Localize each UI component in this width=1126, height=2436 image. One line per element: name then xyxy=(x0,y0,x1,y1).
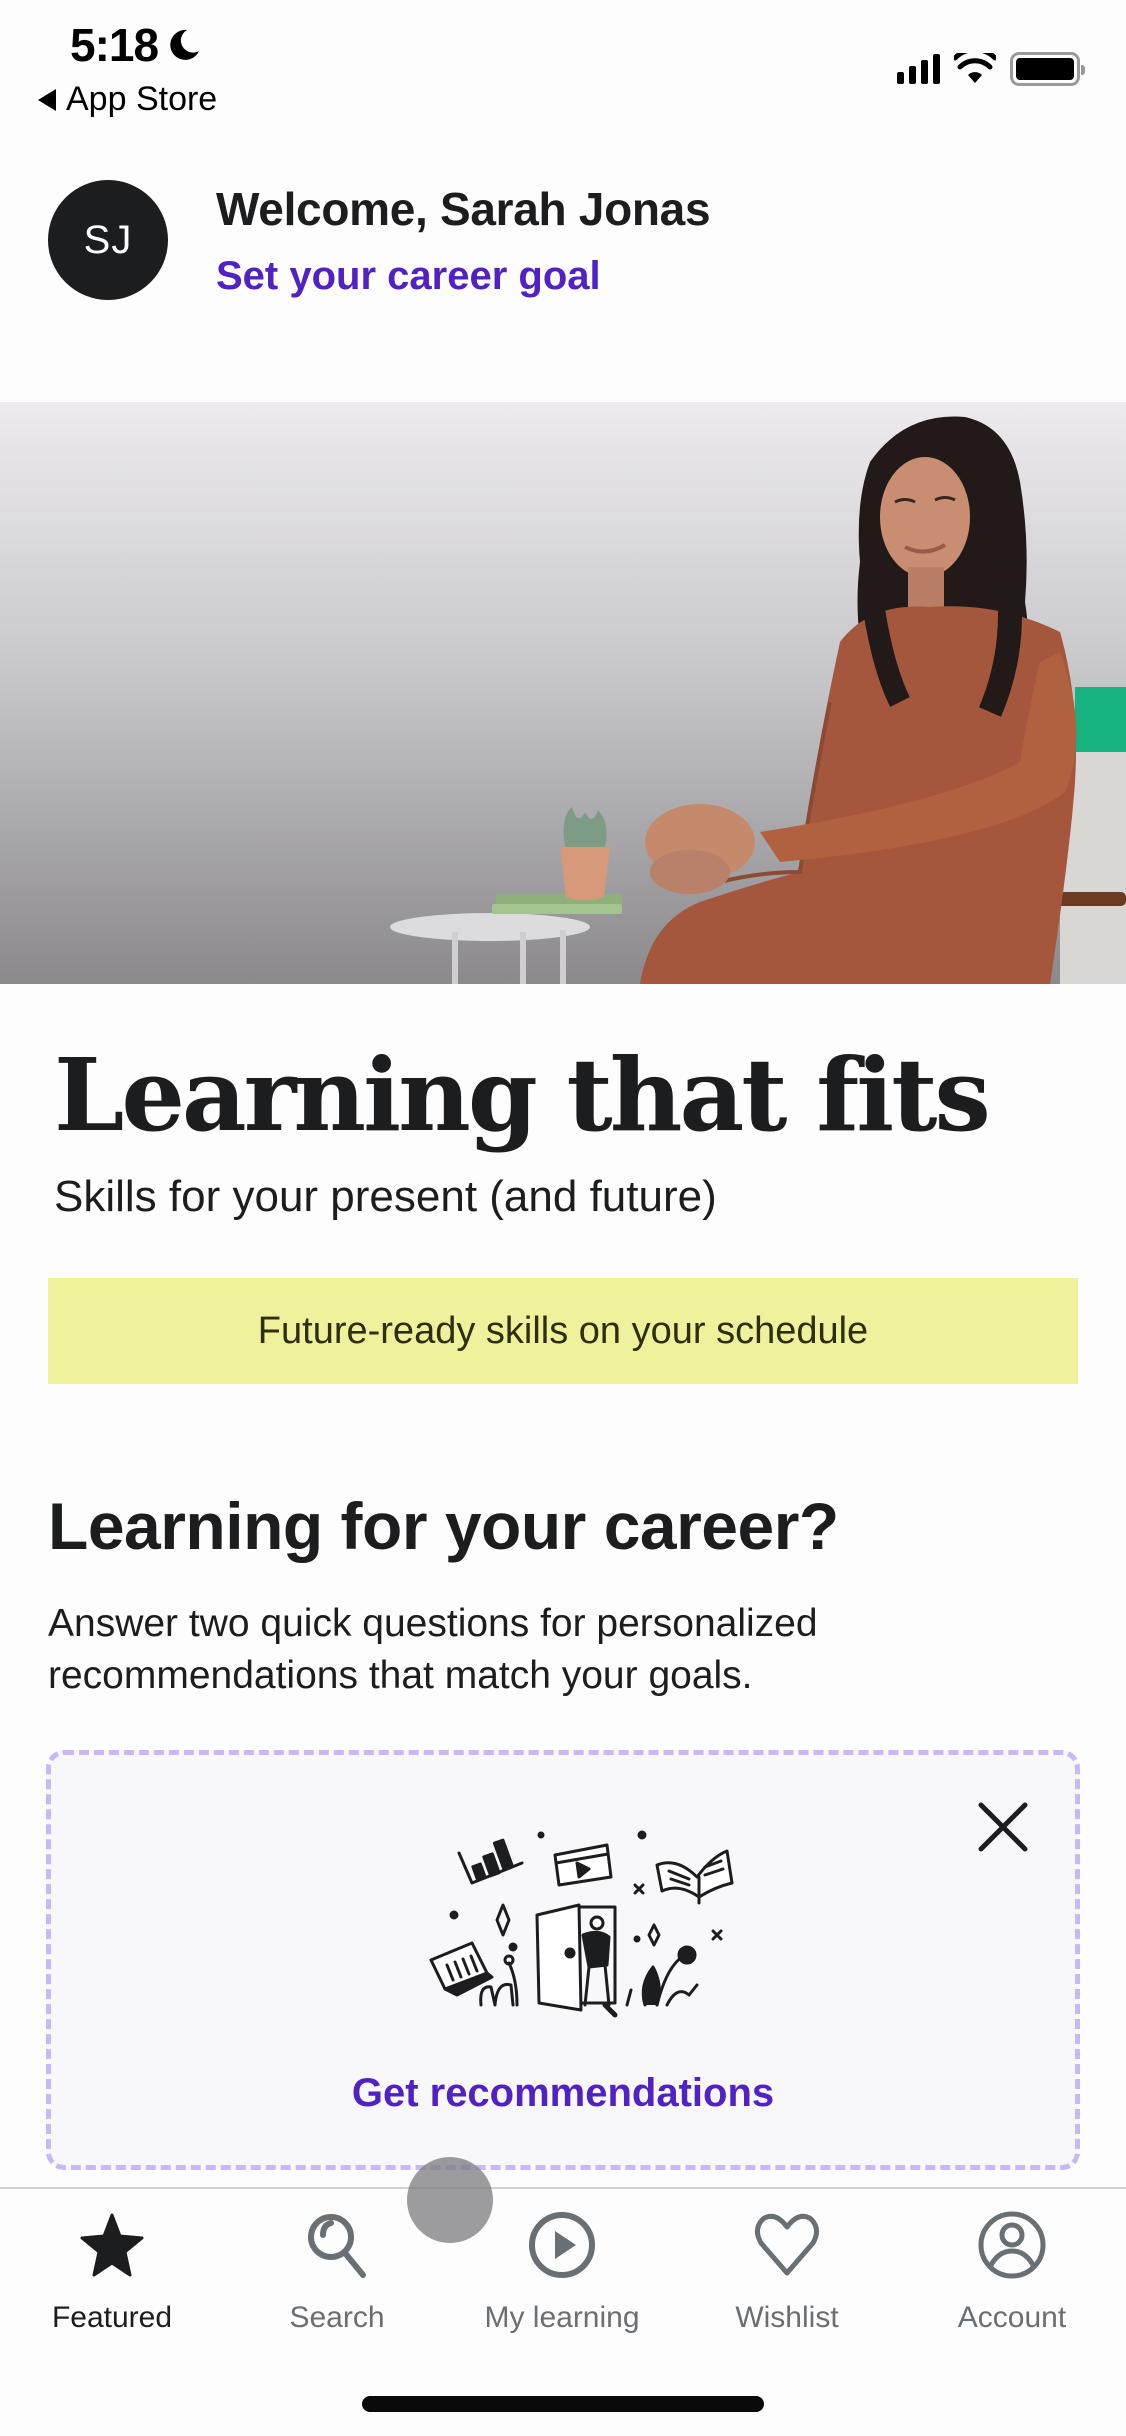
welcome-header: SJ Welcome, Sarah Jonas Set your career … xyxy=(0,170,1126,310)
avatar[interactable]: SJ xyxy=(48,180,168,300)
tab-label: Account xyxy=(957,2301,1067,2334)
heart-icon xyxy=(755,2213,819,2276)
tab-account[interactable]: Account xyxy=(912,2209,1112,2359)
cellular-signal-icon xyxy=(897,54,940,84)
status-bar: 5:18 App Store xyxy=(0,0,1126,140)
search-icon xyxy=(308,2214,366,2278)
recommendations-card: Get recommendations xyxy=(46,1750,1080,2170)
status-icons xyxy=(897,52,1085,86)
back-to-app-store[interactable]: App Store xyxy=(38,80,217,119)
account-icon xyxy=(978,2211,1046,2279)
status-time: 5:18 xyxy=(70,18,202,72)
promo-banner: Future-ready skills on your schedule xyxy=(48,1278,1078,1384)
avatar-initials: SJ xyxy=(83,217,133,262)
tab-wishlist[interactable]: Wishlist xyxy=(687,2209,887,2359)
career-description: Answer two quick questions for personali… xyxy=(48,1602,818,1697)
tab-my-learning[interactable]: My learning xyxy=(462,2209,662,2359)
home-indicator[interactable] xyxy=(362,2396,764,2412)
get-recommendations-button[interactable]: Get recommendations xyxy=(51,2071,1075,2116)
back-arrow-icon xyxy=(38,88,56,111)
tab-label: Search xyxy=(289,2301,385,2334)
tab-label: Wishlist xyxy=(735,2301,839,2334)
tab-search[interactable]: Search xyxy=(237,2209,437,2359)
wifi-icon xyxy=(954,53,996,83)
star-icon xyxy=(80,2213,144,2277)
set-career-goal-link[interactable]: Set your career goal xyxy=(216,254,601,299)
promo-banner-text: Future-ready skills on your schedule xyxy=(257,1309,869,1352)
tab-label: Featured xyxy=(51,2301,173,2334)
close-icon[interactable] xyxy=(975,1799,1031,1855)
page-headline: Learning that fits xyxy=(54,1036,991,1154)
tab-label: My learning xyxy=(484,2301,640,2334)
battery-icon xyxy=(1010,52,1085,86)
hero-image xyxy=(0,402,1126,984)
welcome-title: Welcome, Sarah Jonas xyxy=(216,183,711,235)
clock: 5:18 xyxy=(70,19,159,71)
page-subheadline: Skills for your present (and future) xyxy=(54,1172,717,1221)
tab-featured[interactable]: Featured xyxy=(12,2209,212,2359)
play-circle-icon xyxy=(529,2212,595,2278)
moon-icon xyxy=(170,29,200,60)
woman-seated-on-chair-photo xyxy=(390,416,1126,984)
person-opening-door-illustration xyxy=(429,1830,734,2018)
back-app-label: App Store xyxy=(66,80,218,118)
career-heading: Learning for your career? xyxy=(48,1489,839,1563)
touch-indicator xyxy=(407,2157,493,2243)
